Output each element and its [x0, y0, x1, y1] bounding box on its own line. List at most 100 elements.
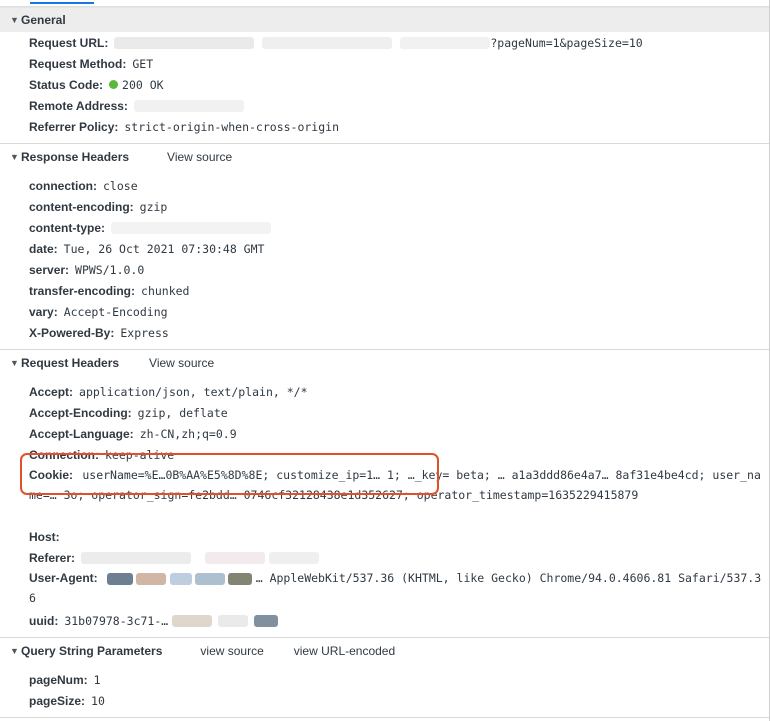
header-value: gzip, deflate [137, 405, 228, 420]
response-header-row: vary: Accept-Encoding [0, 301, 770, 322]
header-key: Host: [29, 529, 60, 544]
header-key: Accept: [29, 384, 74, 399]
redacted-block [114, 36, 255, 49]
header-value: Tue, 26 Oct 2021 07:30:48 GMT [63, 241, 265, 256]
request-header-row: Referer: [0, 547, 770, 568]
request-url-label: Request URL: [29, 35, 109, 50]
redacted-block [400, 36, 491, 49]
response-header-row: date: Tue, 26 Oct 2021 07:30:48 GMT [0, 238, 770, 259]
request-method-row: Request Method: GET [0, 53, 770, 74]
header-key: vary: [29, 304, 58, 319]
collapse-triangle-icon: ▼ [10, 15, 19, 25]
request-headers-section: ▼ Request Headers View source Accept: ap… [0, 352, 770, 638]
request-url-value: ?pageNum=1&pageSize=10 [490, 35, 643, 50]
header-key: Referer: [29, 550, 76, 565]
header-value: application/json, text/plain, */* [79, 384, 308, 399]
header-key: Cookie: [29, 468, 74, 482]
redacted-block [254, 614, 279, 627]
header-key: Accept-Language: [29, 426, 134, 441]
response-headers-title: Response Headers [21, 150, 130, 164]
referrer-policy-row: Referrer Policy: strict-origin-when-cros… [0, 116, 770, 137]
status-code-label: Status Code: [29, 77, 104, 92]
request-header-row: Host: [0, 526, 770, 547]
user-agent-row: User-Agent: … AppleWebKit/537.36 (KHTML,… [0, 568, 770, 610]
header-value: Express [120, 325, 169, 340]
request-headers-title: Request Headers [21, 356, 120, 370]
redacted-block [133, 99, 244, 112]
general-section-header[interactable]: ▼ General [0, 7, 770, 32]
redacted-block [169, 572, 192, 585]
query-string-section: ▼ Query String Parameters view source vi… [0, 640, 770, 718]
redacted-block [111, 221, 271, 234]
header-key: connection: [29, 178, 97, 193]
redacted-block [195, 572, 226, 585]
redacted-block [269, 551, 320, 564]
response-headers-section: ▼ Response Headers View source connectio… [0, 146, 770, 350]
request-method-label: Request Method: [29, 56, 127, 71]
status-ok-dot-icon [109, 80, 119, 89]
query-string-header[interactable]: ▼ Query String Parameters view source vi… [0, 640, 770, 662]
header-value: 31b07978-3c71-… [64, 613, 169, 628]
collapse-triangle-icon: ▼ [10, 152, 19, 162]
query-view-source-link[interactable]: view source [200, 644, 263, 658]
collapse-triangle-icon: ▼ [10, 358, 19, 368]
redacted-block [205, 551, 266, 564]
redacted-block [107, 572, 134, 585]
header-value: chunked [141, 283, 190, 298]
request-header-row: Accept-Encoding: gzip, deflate [0, 402, 770, 423]
param-value: 1 [93, 672, 101, 687]
header-key: Connection: [29, 447, 99, 462]
request-view-source-link[interactable]: View source [149, 356, 214, 370]
header-key: transfer-encoding: [29, 283, 136, 298]
collapse-triangle-icon: ▼ [10, 646, 19, 656]
header-key: content-encoding: [29, 199, 134, 214]
request-header-row: Accept: application/json, text/plain, */… [0, 381, 770, 402]
cookie-row: Cookie: userName=%E…0B%AA%E5%8D%8E; cust… [0, 465, 770, 526]
redacted-block [172, 614, 213, 627]
header-value: keep-alive [105, 447, 175, 462]
response-header-row: content-type: [0, 217, 770, 238]
request-header-row: uuid: 31b07978-3c71-… [0, 610, 770, 631]
cookie-value: userName=%E…0B%AA%E5%8D%8E; customize_ip… [29, 468, 761, 502]
panel-tab-bar [0, 0, 770, 7]
request-header-row: Accept-Language: zh-CN,zh;q=0.9 [0, 423, 770, 444]
header-key: uuid: [29, 613, 59, 628]
param-key: pageNum: [29, 672, 88, 687]
request-header-row: Connection: keep-alive [0, 444, 770, 465]
redacted-block [262, 36, 393, 49]
referrer-policy-label: Referrer Policy: [29, 119, 119, 134]
param-key: pageSize: [29, 693, 86, 708]
response-header-row: transfer-encoding: chunked [0, 280, 770, 301]
header-key: X-Powered-By: [29, 325, 115, 340]
param-value: 10 [91, 693, 105, 708]
header-value: close [103, 178, 138, 193]
response-header-row: server: WPWS/1.0.0 [0, 259, 770, 280]
header-value: zh-CN,zh;q=0.9 [139, 426, 237, 441]
redacted-block [81, 551, 192, 564]
header-value: WPWS/1.0.0 [75, 262, 145, 277]
redacted-block [136, 572, 167, 585]
query-param-row: pageNum: 1 [0, 669, 770, 690]
header-key: User-Agent: [29, 571, 98, 585]
response-header-row: content-encoding: gzip [0, 196, 770, 217]
request-headers-header[interactable]: ▼ Request Headers View source [0, 352, 770, 374]
query-view-url-encoded-link[interactable]: view URL-encoded [294, 644, 395, 658]
referrer-policy-value: strict-origin-when-cross-origin [124, 119, 340, 134]
redacted-block [228, 572, 253, 585]
redacted-block [218, 614, 249, 627]
status-code-value: 200 OK [122, 77, 164, 92]
response-header-row: X-Powered-By: Express [0, 322, 770, 343]
general-title: General [21, 13, 66, 27]
response-view-source-link[interactable]: View source [167, 150, 232, 164]
status-code-row: Status Code: 200 OK [0, 74, 770, 95]
query-param-row: pageSize: 10 [0, 690, 770, 711]
remote-address-row: Remote Address: [0, 95, 770, 116]
header-key: date: [29, 241, 58, 256]
request-method-value: GET [132, 56, 154, 71]
header-key: content-type: [29, 220, 105, 235]
header-key: server: [29, 262, 70, 277]
active-tab-indicator [30, 2, 94, 4]
header-value: gzip [139, 199, 168, 214]
response-headers-header[interactable]: ▼ Response Headers View source [0, 146, 770, 168]
general-section: ▼ General Request URL: ?pageNum=1&pageSi… [0, 7, 770, 144]
